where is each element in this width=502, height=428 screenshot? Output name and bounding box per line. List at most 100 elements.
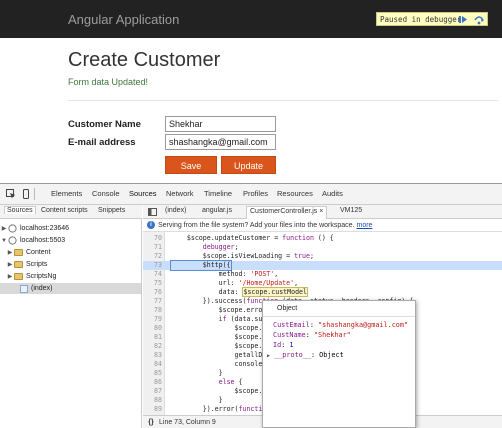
code-line[interactable]: 72 $scope.isViewLoading = true; xyxy=(143,252,502,261)
tree-item-label: Scripts xyxy=(26,261,48,268)
pretty-print-button[interactable]: {} xyxy=(143,419,159,426)
code-line[interactable]: 76 data: $scope.custModel xyxy=(143,287,502,297)
tab-audits[interactable]: Audits xyxy=(322,189,343,198)
collapsed-arrow-icon[interactable]: ▶ xyxy=(6,261,14,268)
line-number[interactable]: 76 xyxy=(143,288,162,297)
line-number[interactable]: 71 xyxy=(143,243,162,252)
infobar-more-link[interactable]: more xyxy=(356,222,372,229)
toggle-navigator-icon[interactable] xyxy=(148,208,157,216)
line-number[interactable]: 79 xyxy=(143,315,162,324)
prop-value: Object xyxy=(319,351,344,359)
line-number[interactable]: 88 xyxy=(143,396,162,405)
code-text: $scope. xyxy=(171,342,263,350)
prop-value: 1 xyxy=(289,341,294,349)
editor-tab-vm125[interactable]: VM125 xyxy=(340,207,362,214)
info-icon: i xyxy=(147,221,155,229)
line-number[interactable]: 74 xyxy=(143,270,162,279)
infobar-text: Serving from the file system? Add your f… xyxy=(158,221,355,229)
popover-prop-proto[interactable]: ▶ __proto__: Object xyxy=(267,351,344,359)
step-over-icon[interactable] xyxy=(473,14,485,25)
save-button[interactable]: Save xyxy=(165,156,217,174)
code-line[interactable]: 71 debugger; xyxy=(143,243,502,252)
nav-tab-snippets[interactable]: Snippets xyxy=(98,207,125,214)
resume-icon[interactable] xyxy=(457,14,469,25)
line-number[interactable]: 72 xyxy=(143,252,162,261)
collapsed-arrow-icon[interactable]: ▶ xyxy=(0,225,8,232)
collapsed-arrow-icon[interactable]: ▶ xyxy=(6,249,14,256)
line-number[interactable]: 80 xyxy=(143,324,162,333)
prop-key: Id xyxy=(273,341,282,349)
tree-item-label: localhost:5503 xyxy=(20,237,66,244)
tree-item-index[interactable]: (index) xyxy=(0,283,141,294)
tab-console[interactable]: Console xyxy=(92,189,120,198)
nav-tab-content-scripts[interactable]: Content scripts xyxy=(41,207,88,214)
line-number[interactable]: 89 xyxy=(143,405,162,414)
prop-value: "shashangka@gmail.com" xyxy=(318,321,409,329)
status-message: Form data Updated! xyxy=(68,77,149,87)
nav-tab-sources[interactable]: Sources xyxy=(4,206,36,214)
line-number[interactable]: 86 xyxy=(143,378,162,387)
email-label: E-mail address xyxy=(68,137,136,148)
email-input[interactable] xyxy=(165,134,276,150)
line-number[interactable]: 70 xyxy=(143,234,162,243)
evaluated-expression[interactable]: $scope.custModel xyxy=(242,287,308,297)
tree-item-content[interactable]: ▶ Content xyxy=(0,247,141,258)
editor-tab-index[interactable]: (index) xyxy=(165,207,186,214)
prop-key: CustName xyxy=(273,331,306,339)
tab-timeline[interactable]: Timeline xyxy=(204,189,232,198)
code-text: console xyxy=(171,360,263,368)
code-line[interactable]: 75 url: '/Home/Update', xyxy=(143,279,502,288)
line-number[interactable]: 82 xyxy=(143,342,162,351)
code-line[interactable]: 70 $scope.updateCustomer = function () { xyxy=(143,234,502,243)
tab-elements[interactable]: Elements xyxy=(51,189,82,198)
collapsed-arrow-icon[interactable]: ▶ xyxy=(6,273,14,280)
tab-resources[interactable]: Resources xyxy=(277,189,313,198)
line-number[interactable]: 84 xyxy=(143,360,162,369)
code-text: $http({ xyxy=(170,260,232,271)
page-title: Create Customer xyxy=(68,49,221,71)
editor-tab-angular-js[interactable]: angular.js xyxy=(202,207,232,214)
popover-title: Object xyxy=(263,301,415,317)
line-number[interactable]: 81 xyxy=(143,333,162,342)
code-line[interactable]: 73 $http({ xyxy=(143,260,502,271)
update-button[interactable]: Update xyxy=(221,156,276,174)
tab-network[interactable]: Network xyxy=(166,189,194,198)
folder-icon xyxy=(14,273,23,280)
app-brand[interactable]: Angular Application xyxy=(68,12,179,27)
line-number[interactable]: 87 xyxy=(143,387,162,396)
sources-navigator: Sources Content scripts Snippets ▶ local… xyxy=(0,205,142,428)
expand-arrow-icon[interactable]: ▶ xyxy=(267,353,270,359)
line-number[interactable]: 75 xyxy=(143,279,162,288)
cloud-icon xyxy=(8,224,17,233)
code-text: data: $scope.custModel xyxy=(171,287,308,297)
popover-prop-custemail: CustEmail: "shashangka@gmail.com" xyxy=(273,321,409,329)
folder-icon xyxy=(14,261,23,268)
line-number[interactable]: 78 xyxy=(143,306,162,315)
debugger-paused-banner: Paused in debugger xyxy=(376,12,488,26)
cursor-position: Line 73, Column 9 xyxy=(159,419,216,426)
tab-sources[interactable]: Sources xyxy=(129,189,157,198)
tree-item-scripts[interactable]: ▶ Scripts xyxy=(0,259,141,270)
expanded-arrow-icon[interactable]: ▼ xyxy=(0,238,8,244)
code-text: debugger; xyxy=(202,243,239,251)
tree-item-localhost-23646[interactable]: ▶ localhost:23646 xyxy=(0,223,141,234)
tab-profiles[interactable]: Profiles xyxy=(243,189,268,198)
tree-item-localhost-5503[interactable]: ▼ localhost:5503 xyxy=(0,235,141,246)
code-line[interactable]: 74 method: 'POST', xyxy=(143,270,502,279)
prop-key: __proto__ xyxy=(274,351,311,359)
device-mode-icon[interactable] xyxy=(21,189,31,199)
inspect-element-icon[interactable] xyxy=(6,189,16,199)
line-number[interactable]: 73 xyxy=(143,261,162,270)
customer-name-input[interactable] xyxy=(165,116,276,132)
code-text: }).error(function xyxy=(171,405,271,413)
tree-item-label: (index) xyxy=(31,285,53,292)
prop-key: CustEmail xyxy=(273,321,310,329)
tree-item-label: localhost:23646 xyxy=(20,225,70,232)
line-number[interactable]: 83 xyxy=(143,351,162,360)
editor-tab-customercontroller-js[interactable]: CustomerController.js × xyxy=(246,206,328,219)
tree-item-scriptsng[interactable]: ▶ ScriptsNg xyxy=(0,271,141,282)
object-popover: Object CustEmail: "shashangka@gmail.com"… xyxy=(262,300,416,428)
line-number[interactable]: 85 xyxy=(143,369,162,378)
navigator-tabs: Sources Content scripts Snippets xyxy=(0,205,142,219)
line-number[interactable]: 77 xyxy=(143,297,162,306)
